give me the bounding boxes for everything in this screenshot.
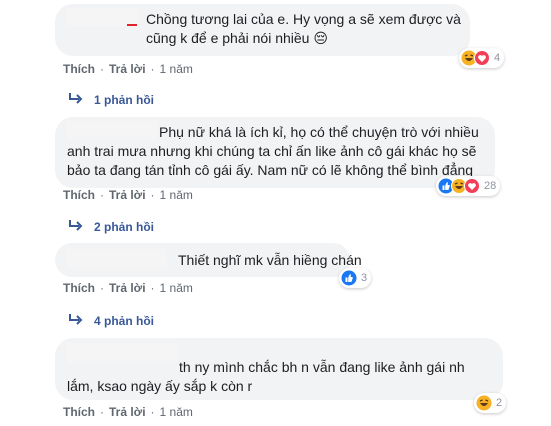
replies-label: 2 phản hồi bbox=[94, 219, 154, 234]
separator-dot: · bbox=[150, 62, 155, 76]
timestamp[interactable]: 1 năm bbox=[160, 62, 193, 76]
reply-arrow-icon bbox=[69, 313, 83, 328]
comment-text: Phụ nữ khá là ích kỉ, họ có thể chuyện t… bbox=[67, 124, 479, 178]
comment-bubble-4: th ny mình chắc bh n vẫn đang like ảnh g… bbox=[55, 338, 503, 400]
reaction-summary-2[interactable]: 28 bbox=[436, 176, 501, 196]
view-replies-2[interactable]: 2 phản hồi bbox=[69, 219, 154, 234]
like-link[interactable]: Thích bbox=[63, 405, 95, 419]
comment-actions-1: Thích · Trả lời · 1 năm bbox=[63, 62, 193, 76]
love-icon bbox=[464, 178, 480, 194]
comment-bubble-3: Thiết nghĩ mk vẫn hiềng chán bbox=[55, 243, 362, 277]
comment-text: Thiết nghĩ mk vẫn hiềng chán bbox=[178, 252, 362, 268]
comment-bubble-2: Phụ nữ khá là ích kỉ, họ có thể chuyện t… bbox=[55, 117, 495, 188]
reaction-count: 2 bbox=[496, 397, 503, 409]
like-link[interactable]: Thích bbox=[63, 62, 95, 76]
view-replies-1[interactable]: 1 phản hồi bbox=[69, 92, 154, 107]
comment-bubble-1: Chồng tương lai của e. Hy vọng a sẽ xem … bbox=[55, 4, 470, 56]
like-link[interactable]: Thích bbox=[63, 281, 95, 295]
reaction-count: 4 bbox=[494, 52, 501, 64]
reaction-count: 3 bbox=[361, 272, 368, 284]
view-replies-3[interactable]: 4 phản hồi bbox=[69, 313, 154, 328]
reply-link[interactable]: Trả lời bbox=[109, 281, 146, 295]
redacted-author-name bbox=[67, 249, 167, 269]
separator-dot: · bbox=[150, 405, 155, 419]
reply-link[interactable]: Trả lời bbox=[109, 188, 146, 202]
separator-dot: · bbox=[100, 62, 104, 76]
separator-dot: · bbox=[100, 188, 104, 202]
separator-dot: · bbox=[150, 281, 155, 295]
comment-actions-4: Thích · Trả lời · 1 năm bbox=[63, 405, 193, 419]
reply-link[interactable]: Trả lời bbox=[109, 62, 146, 76]
separator-dot: · bbox=[150, 188, 155, 202]
replies-label: 4 phản hồi bbox=[94, 313, 154, 328]
reaction-summary-1[interactable]: 4 bbox=[459, 48, 505, 68]
comment-actions-3: Thích · Trả lời · 1 năm bbox=[63, 281, 193, 295]
reaction-count: 28 bbox=[484, 180, 497, 192]
haha-icon bbox=[476, 395, 492, 411]
reply-arrow-icon bbox=[69, 219, 83, 234]
comment-text: Chồng tương lai của e. Hy vọng a sẽ xem … bbox=[146, 11, 461, 46]
reaction-summary-3[interactable]: 3 bbox=[339, 268, 372, 288]
separator-dot: · bbox=[100, 405, 104, 419]
reply-link[interactable]: Trả lời bbox=[109, 405, 146, 419]
reaction-summary-4[interactable]: 2 bbox=[474, 393, 507, 413]
timestamp[interactable]: 1 năm bbox=[160, 405, 193, 419]
comment-text: th ny mình chắc bh n vẫn đang like ảnh g… bbox=[67, 359, 465, 394]
reply-arrow-icon bbox=[69, 92, 83, 107]
replies-label: 1 phản hồi bbox=[94, 92, 154, 107]
timestamp[interactable]: 1 năm bbox=[160, 281, 193, 295]
comment-actions-2: Thích · Trả lời · 1 năm bbox=[63, 188, 193, 202]
like-icon bbox=[341, 270, 357, 286]
separator-dot: · bbox=[100, 281, 104, 295]
redaction-mark bbox=[127, 24, 137, 26]
like-link[interactable]: Thích bbox=[63, 188, 95, 202]
love-icon bbox=[474, 50, 490, 66]
timestamp[interactable]: 1 năm bbox=[160, 188, 193, 202]
